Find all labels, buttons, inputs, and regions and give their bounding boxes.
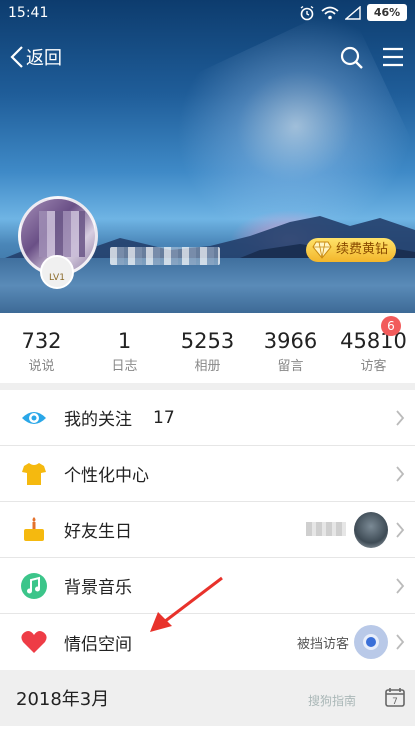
battery-icon: 46% <box>367 4 407 21</box>
nickname-blurred <box>110 247 220 265</box>
menu-item-following[interactable]: 我的关注 17 <box>0 390 415 446</box>
menu-item-personalization[interactable]: 个性化中心 <box>0 446 415 502</box>
calendar-icon[interactable]: 7 <box>385 687 405 707</box>
blocked-visitors-icon[interactable] <box>354 625 388 659</box>
visitor-count-badge: 6 <box>381 316 401 336</box>
menu-label: 我的关注 <box>64 410 132 430</box>
menu-label: 情侣空间 <box>64 634 132 655</box>
stat-posts[interactable]: 732 说说 <box>0 313 83 383</box>
alarm-icon <box>300 5 314 20</box>
eye-icon <box>22 412 46 424</box>
following-count: 17 <box>153 407 175 428</box>
search-icon[interactable] <box>340 46 364 70</box>
friend-name-blurred <box>306 522 346 536</box>
diamond-icon <box>312 241 332 259</box>
stat-blogs[interactable]: 1 日志 <box>83 313 166 383</box>
stat-visitors[interactable]: 45810 访客 <box>332 313 415 383</box>
stat-albums[interactable]: 5253 相册 <box>166 313 249 383</box>
menu-label: 背景音乐 <box>64 578 132 598</box>
signal-icon <box>345 5 361 20</box>
chevron-right-icon <box>396 634 405 650</box>
menu-list: 我的关注 17 个性化中心 好友生日 背景音乐 情侣空间 被挡访客 <box>0 390 415 670</box>
svg-text:7: 7 <box>392 697 398 707</box>
menu-item-birthdays[interactable]: 好友生日 <box>0 502 415 558</box>
back-label: 返回 <box>26 48 62 69</box>
watermark: 搜狗指南 <box>308 694 357 708</box>
blocked-visitors-label: 被挡访客 <box>296 636 349 652</box>
wifi-icon <box>321 6 339 19</box>
back-button[interactable]: 返回 <box>10 44 62 70</box>
back-chevron-icon <box>10 46 23 68</box>
qzone-profile-screen: 15:41 46% 返回 LV1 续费黄钻 732 说说 1 日志 5253 相册 3… <box>0 0 415 745</box>
menu-label: 好友生日 <box>64 522 132 542</box>
menu-icon[interactable] <box>382 47 404 67</box>
timeline-date: 2018年3月 <box>16 689 110 710</box>
chevron-right-icon <box>396 522 405 538</box>
vip-renew-button[interactable]: 续费黄钻 <box>306 238 397 262</box>
menu-label: 个性化中心 <box>64 466 149 486</box>
status-time: 15:41 <box>8 5 49 21</box>
top-nav: 返回 <box>0 38 415 78</box>
stat-messages[interactable]: 3966 留言 <box>249 313 332 383</box>
status-bar: 15:41 46% <box>0 0 415 26</box>
vip-label: 续费黄钻 <box>336 242 389 257</box>
tshirt-icon <box>22 463 46 485</box>
menu-item-couple-space[interactable]: 情侣空间 被挡访客 <box>0 614 415 670</box>
menu-item-music[interactable]: 背景音乐 <box>0 558 415 614</box>
stats-bar: 732 说说 1 日志 5253 相册 3966 留言 45810 访客 <box>0 313 415 383</box>
heart-icon <box>21 631 47 653</box>
level-badge: LV1 <box>40 255 74 289</box>
chevron-right-icon <box>396 578 405 594</box>
chevron-right-icon <box>396 410 405 426</box>
music-icon <box>21 573 47 599</box>
chevron-right-icon <box>396 466 405 482</box>
friend-avatar <box>354 512 388 548</box>
cake-icon <box>24 517 44 541</box>
